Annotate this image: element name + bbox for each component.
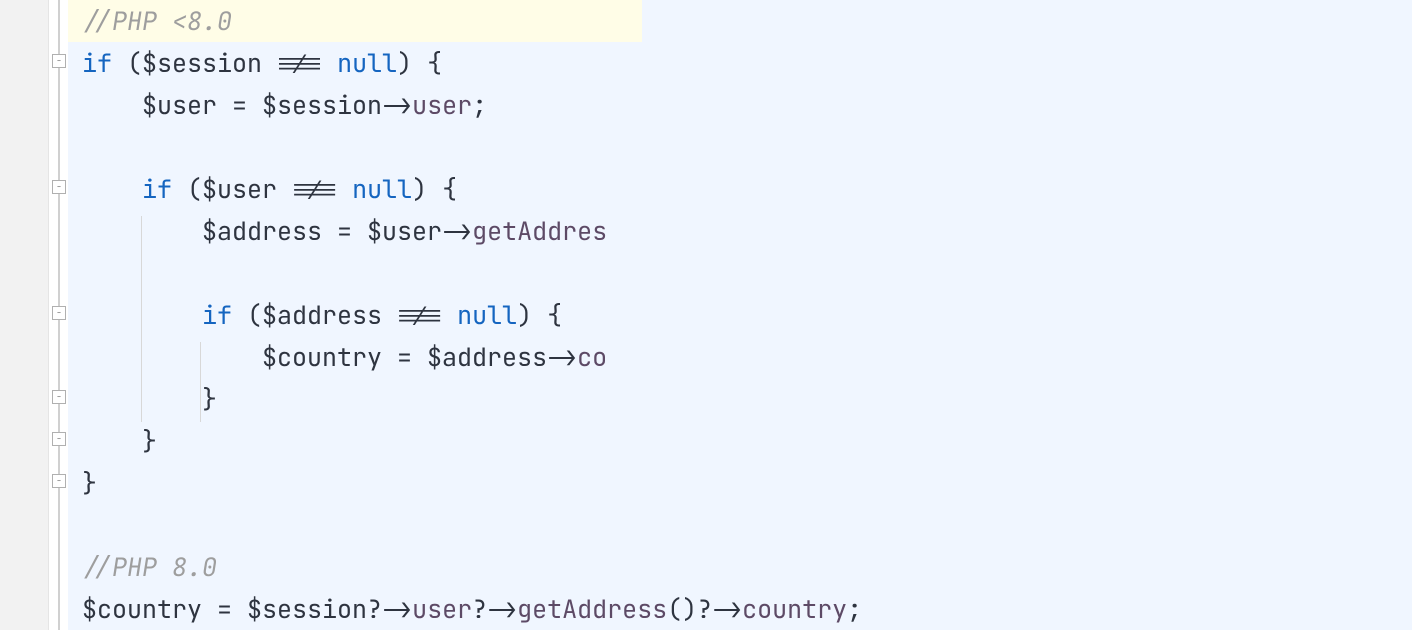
code-content: if ($user !== null) { <box>82 172 457 206</box>
token-null: null <box>337 46 397 80</box>
code-content: if ($address !== null) { <box>82 298 562 332</box>
code-content: $country = $address->co <box>82 340 607 374</box>
token-nullsafe: ?-> <box>472 592 517 626</box>
token-keyword: if <box>142 172 172 206</box>
fold-close-icon[interactable] <box>52 432 66 446</box>
token-paren: () <box>667 592 697 626</box>
fold-toggle-icon[interactable] <box>52 54 66 68</box>
token-operator: = <box>217 88 262 122</box>
token-operator: !== <box>382 298 457 332</box>
token-variable: $user <box>202 172 277 206</box>
code-line[interactable]: if ($user !== null) { <box>82 168 1412 210</box>
fold-toggle-icon[interactable] <box>52 180 66 194</box>
token-variable: $address <box>427 340 547 374</box>
code-content: } <box>82 382 217 416</box>
token-property: country <box>742 592 847 626</box>
token-null: null <box>457 298 517 332</box>
code-line[interactable] <box>82 126 1412 168</box>
code-content: $address = $user->getAddres <box>82 214 607 248</box>
token-arrow: -> <box>547 340 577 374</box>
token-plain <box>82 298 202 332</box>
token-nullsafe: ?-> <box>697 592 742 626</box>
token-brace: } <box>82 382 217 416</box>
token-variable: $session <box>142 46 262 80</box>
code-line[interactable]: } <box>82 420 1412 462</box>
token-operator: !== <box>277 172 352 206</box>
code-content: //PHP 8.0 <box>82 550 217 584</box>
token-keyword: if <box>82 46 112 80</box>
fold-gutter <box>48 0 68 630</box>
token-brace: { <box>442 172 457 206</box>
token-paren: ) <box>412 172 442 206</box>
token-variable: $country <box>82 340 382 374</box>
code-content: if ($session !== null) { <box>82 46 442 80</box>
code-line[interactable]: if ($address !== null) { <box>82 294 1412 336</box>
token-variable: $session <box>247 592 367 626</box>
code-line[interactable]: $user = $session->user; <box>82 84 1412 126</box>
code-line[interactable]: $country = $session?->user?->getAddress(… <box>82 588 1412 630</box>
code-viewport[interactable]: //PHP <8.0if ($session !== null) { $user… <box>68 0 1412 630</box>
token-paren: ) <box>517 298 547 332</box>
token-variable: $user <box>367 214 442 248</box>
code-line[interactable]: //PHP <8.0 <box>82 0 1412 42</box>
code-line[interactable] <box>82 252 1412 294</box>
code-line[interactable]: $address = $user->getAddres <box>82 210 1412 252</box>
fold-close-icon[interactable] <box>52 390 66 404</box>
token-comment: //PHP <8.0 <box>82 4 232 38</box>
fold-toggle-icon[interactable] <box>52 306 66 320</box>
token-property: user <box>412 88 472 122</box>
code-content: } <box>82 424 157 458</box>
code-editor: //PHP <8.0if ($session !== null) { $user… <box>0 0 1412 630</box>
token-variable: $country <box>82 592 202 626</box>
token-operator: = <box>322 214 367 248</box>
token-brace: { <box>547 298 562 332</box>
token-property: co <box>577 340 607 374</box>
token-operator: = <box>202 592 247 626</box>
code-content: $user = $session->user; <box>82 88 487 122</box>
token-variable: $user <box>82 88 217 122</box>
token-method: getAddress <box>517 592 667 626</box>
token-property: user <box>412 592 472 626</box>
token-variable: $address <box>82 214 322 248</box>
token-nullsafe: ?-> <box>367 592 412 626</box>
token-paren: ( <box>172 172 202 206</box>
token-semi: ; <box>472 88 487 122</box>
code-line[interactable]: } <box>82 462 1412 504</box>
token-brace: } <box>82 466 97 500</box>
token-brace: { <box>427 46 442 80</box>
token-comment: //PHP 8.0 <box>82 550 217 584</box>
token-brace: } <box>82 424 157 458</box>
code-line[interactable] <box>82 504 1412 546</box>
token-plain <box>82 172 142 206</box>
code-line[interactable]: if ($session !== null) { <box>82 42 1412 84</box>
token-keyword: if <box>202 298 232 332</box>
token-arrow: -> <box>382 88 412 122</box>
token-operator: = <box>382 340 427 374</box>
token-method: getAddres <box>472 214 607 248</box>
code-content: $country = $session?->user?->getAddress(… <box>82 592 862 626</box>
token-variable: $address <box>262 298 382 332</box>
token-paren: ( <box>232 298 262 332</box>
token-paren: ( <box>112 46 142 80</box>
token-arrow: -> <box>442 214 472 248</box>
token-paren: ) <box>397 46 427 80</box>
code-line[interactable]: } <box>82 378 1412 420</box>
code-content: //PHP <8.0 <box>82 4 232 38</box>
token-operator: !== <box>262 46 337 80</box>
editor-gutter <box>0 0 68 630</box>
token-variable: $session <box>262 88 382 122</box>
token-null: null <box>352 172 412 206</box>
code-content: } <box>82 466 97 500</box>
fold-close-icon[interactable] <box>52 474 66 488</box>
code-line[interactable]: $country = $address->co <box>82 336 1412 378</box>
token-semi: ; <box>847 592 862 626</box>
code-line[interactable]: //PHP 8.0 <box>82 546 1412 588</box>
